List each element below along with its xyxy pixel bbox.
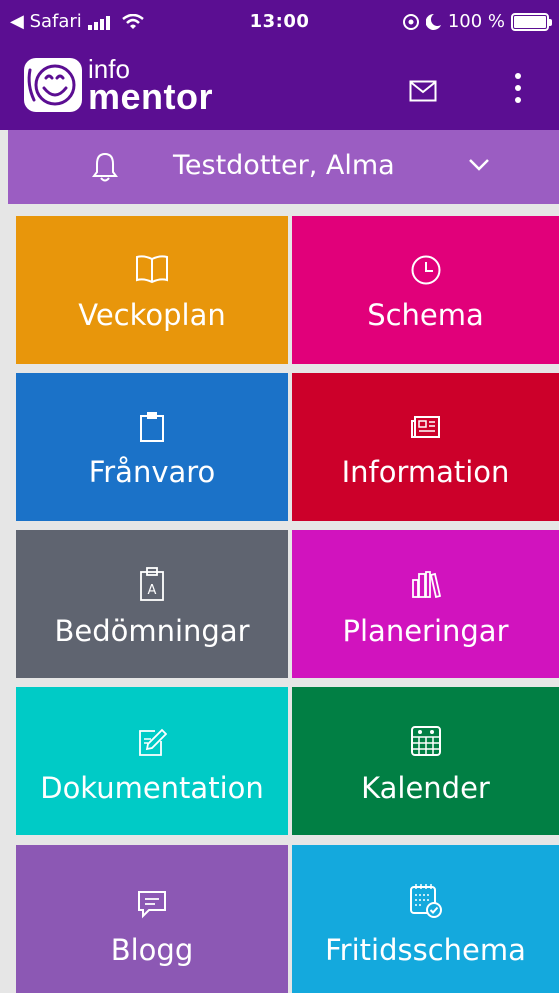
tile-label: Bedömningar: [54, 614, 250, 648]
tile-bedomningar[interactable]: A Bedömningar: [16, 530, 288, 678]
edit-document-icon: [139, 728, 167, 756]
bell-icon[interactable]: [92, 151, 118, 183]
logo-face-icon: [24, 58, 82, 112]
more-menu-icon[interactable]: [508, 66, 528, 110]
tile-blogg[interactable]: Blogg: [16, 845, 288, 993]
books-icon: [411, 571, 441, 598]
book-icon: [136, 255, 168, 284]
tile-label: Information: [341, 455, 510, 489]
tile-planeringar[interactable]: Planeringar: [292, 530, 559, 678]
tile-label: Kalender: [361, 771, 490, 805]
tile-kalender[interactable]: Kalender: [292, 687, 559, 835]
calendar-check-icon: [409, 884, 442, 918]
tile-label: Schema: [367, 298, 484, 332]
status-bar: ◀ Safari 13:00 100 %: [0, 0, 559, 44]
tile-label: Fritidsschema: [325, 933, 526, 967]
battery-icon: [511, 12, 552, 31]
status-right: 100 %: [402, 11, 552, 32]
tile-label: Dokumentation: [40, 771, 264, 805]
clipboard-icon: [140, 412, 164, 442]
battery-percent: 100 %: [447, 11, 505, 32]
moon-icon: [425, 13, 441, 30]
tile-information[interactable]: Information: [292, 373, 559, 521]
tile-label: Veckoplan: [78, 298, 226, 332]
clock-icon: [411, 255, 440, 285]
student-selector[interactable]: Testdotter, Alma: [8, 130, 559, 204]
student-name: Testdotter, Alma: [173, 150, 395, 181]
calendar-icon: [410, 726, 441, 756]
tile-fritidsschema[interactable]: Fritidsschema: [292, 845, 559, 993]
tile-label: Frånvaro: [88, 455, 216, 489]
tile-label: Blogg: [110, 933, 194, 967]
mail-icon[interactable]: [409, 80, 437, 102]
chevron-down-icon[interactable]: [468, 158, 490, 172]
tile-franvaro[interactable]: Frånvaro: [16, 373, 288, 521]
tile-veckoplan[interactable]: Veckoplan: [16, 216, 288, 364]
tile-dokumentation[interactable]: Dokumentation: [16, 687, 288, 835]
tile-label: Planeringar: [342, 614, 509, 648]
svg-text:A: A: [148, 583, 157, 598]
newspaper-icon: [410, 416, 440, 438]
infomentor-logo: info mentor: [24, 54, 239, 117]
clipboard-grade-icon: A: [140, 567, 164, 601]
logo-text-mentor: mentor: [88, 76, 214, 117]
orientation-lock-icon: [402, 13, 419, 30]
app-header: info mentor: [0, 44, 559, 130]
chat-icon: [138, 891, 166, 919]
tile-schema[interactable]: Schema: [292, 216, 559, 364]
